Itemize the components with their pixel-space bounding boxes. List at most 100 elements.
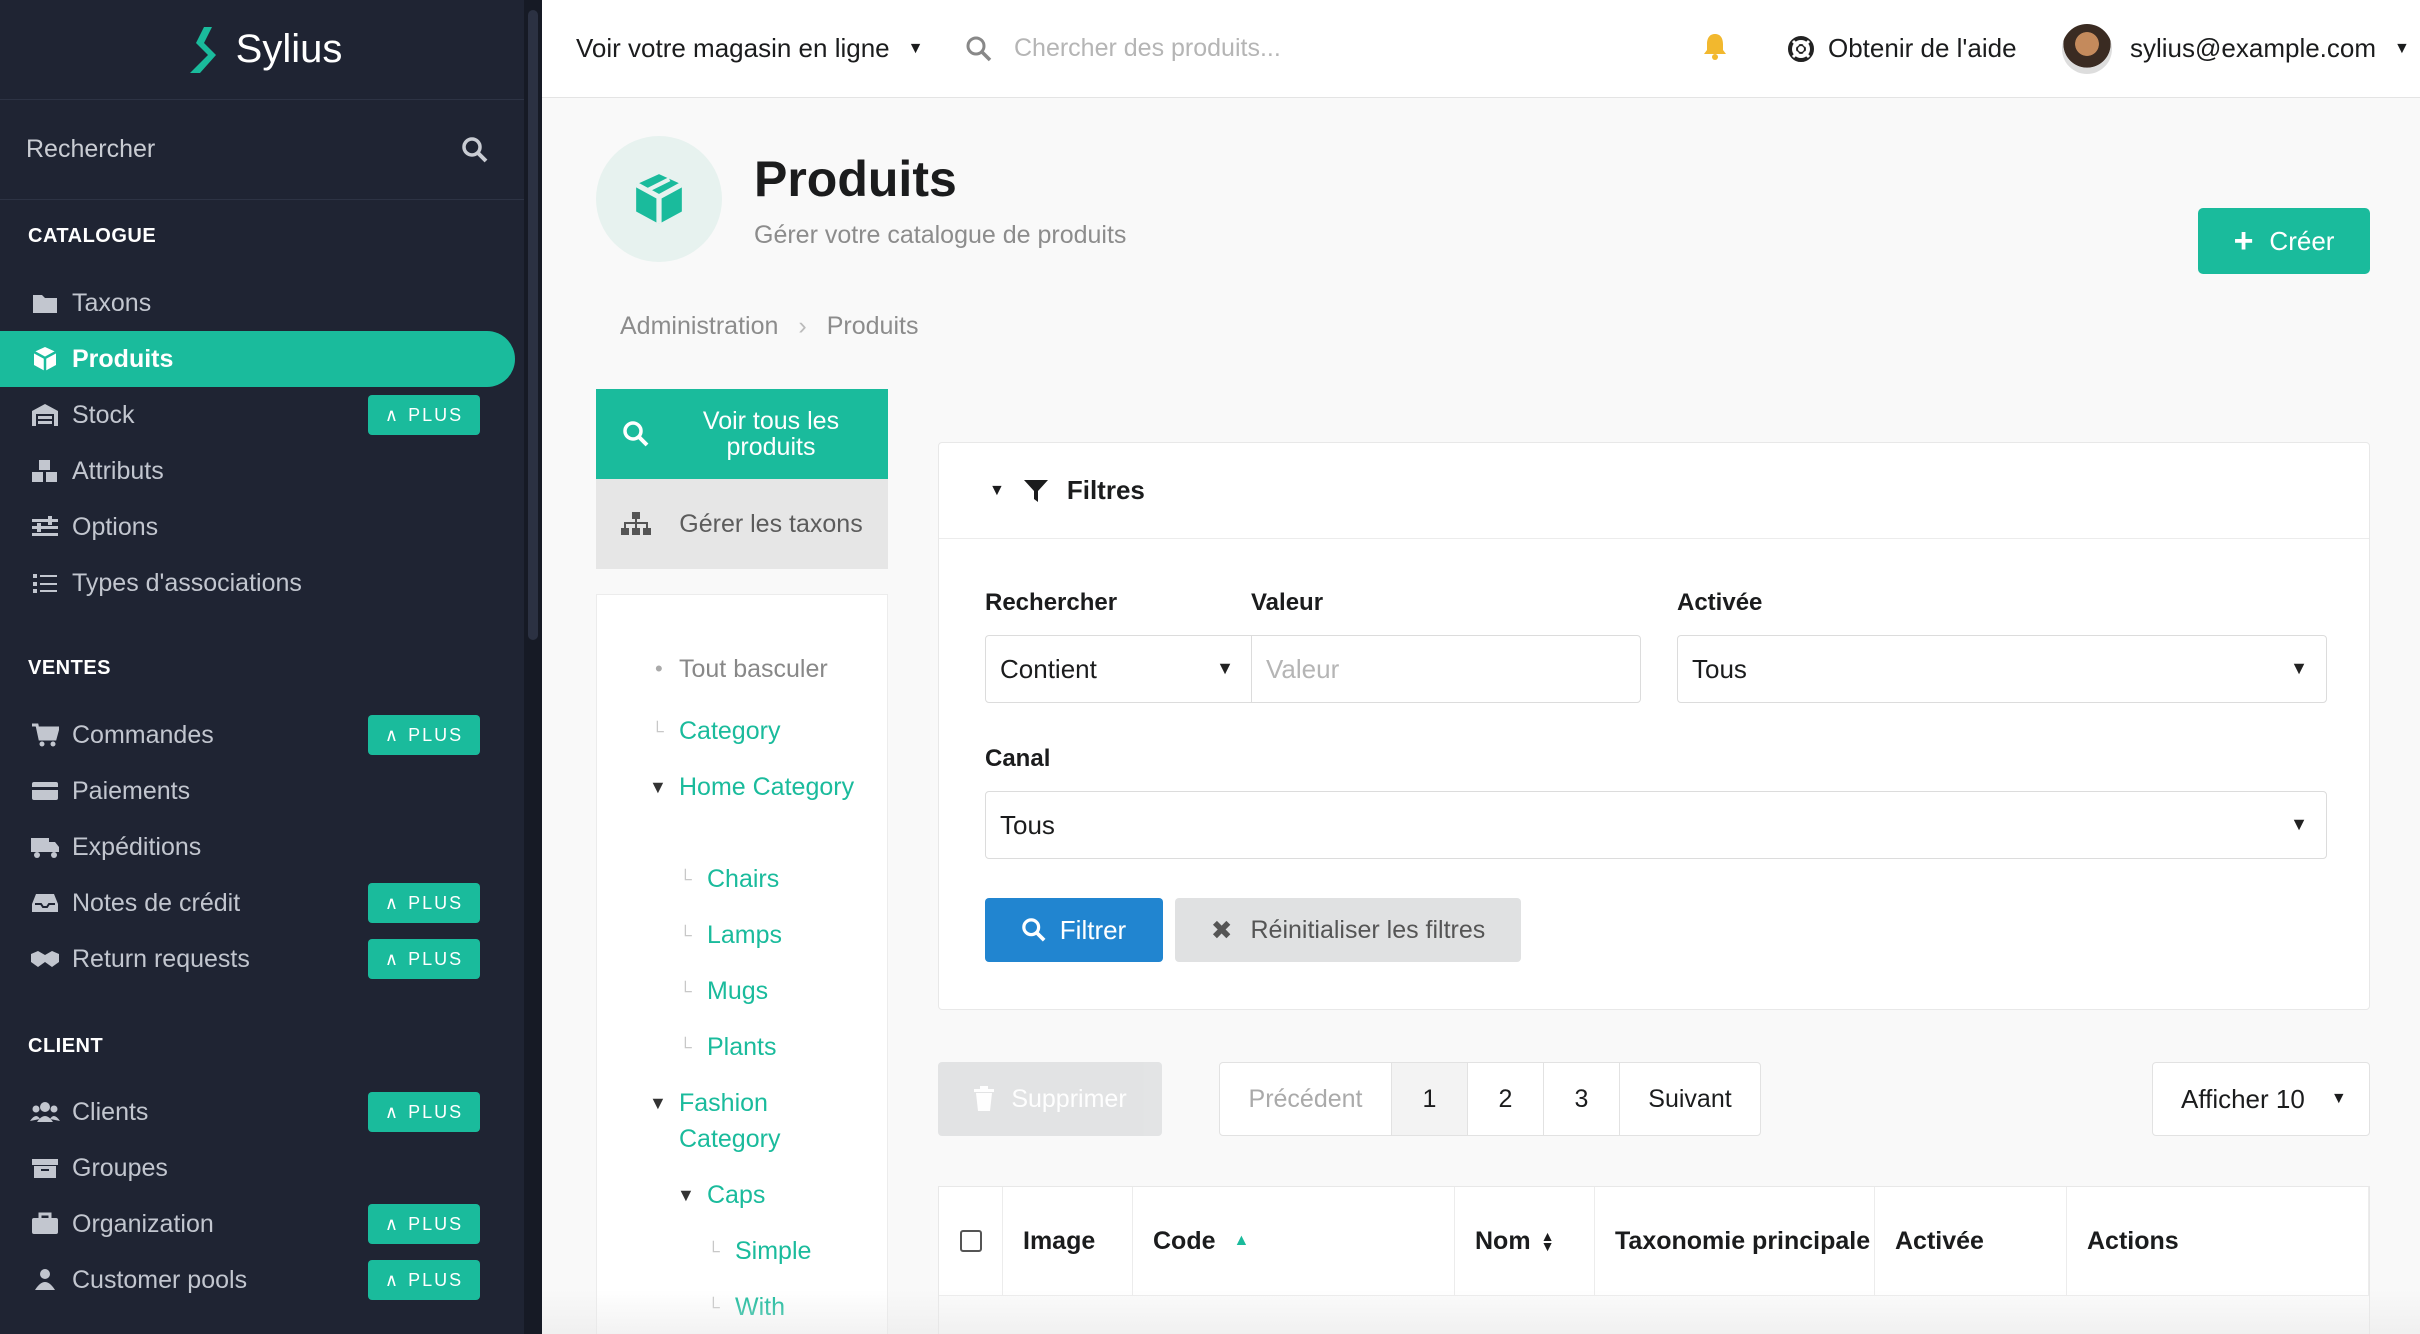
sidebar-item-label: Clients	[72, 1097, 149, 1126]
value-input[interactable]: Valeur	[1251, 635, 1641, 703]
sort-icon: ▲ ▼	[1540, 1228, 1555, 1254]
top-search[interactable]: Chercher des produits...	[966, 34, 1281, 63]
filters-header[interactable]: ▼ Filtres	[939, 443, 2369, 539]
tree-item-mugs[interactable]: └ Mugs	[679, 973, 768, 1009]
help-link[interactable]: Obtenir de l'aide	[1788, 33, 2017, 64]
caret-down-icon: ▼	[907, 39, 924, 57]
plus-badge[interactable]: ∧ PLUS	[368, 1092, 480, 1132]
brand-name: Sylius	[235, 27, 343, 71]
caret-down-icon: ▼	[649, 777, 667, 797]
tree-item-simple[interactable]: └ Simple	[707, 1233, 811, 1269]
manage-taxons-label: Gérer les taxons	[679, 510, 863, 538]
plus-badge[interactable]: ∧ PLUS	[368, 883, 480, 923]
cart-icon	[30, 723, 60, 747]
sylius-plus-icon: ∧	[384, 1213, 401, 1234]
page-header-icon	[596, 136, 722, 262]
column-header-taxonomie: Taxonomie principale	[1595, 1187, 1875, 1295]
sidebar-item-label: Attributs	[72, 456, 164, 485]
top-search-input[interactable]: Chercher des produits...	[1014, 34, 1281, 63]
sliders-icon	[30, 516, 60, 538]
plus-badge[interactable]: ∧ PLUS	[368, 715, 480, 755]
tasks-icon	[30, 572, 60, 594]
payment-icon	[30, 780, 60, 802]
bell-icon[interactable]	[1702, 32, 1728, 65]
search-type-select[interactable]: Contient ▼	[985, 635, 1253, 703]
life-ring-icon	[1788, 35, 1814, 62]
sidebar-scroll-thumb[interactable]	[528, 10, 538, 640]
filters-title: Filtres	[1066, 475, 1145, 505]
reset-filters-button[interactable]: ✖ Réinitialiser les filtres	[1175, 898, 1521, 962]
view-all-products-button[interactable]: Voir tous les produits	[596, 389, 888, 479]
tree-item-lamps[interactable]: └ Lamps	[679, 917, 782, 953]
manage-taxons-button[interactable]: Gérer les taxons	[596, 479, 888, 569]
briefcase-icon	[30, 1212, 60, 1236]
search-icon[interactable]	[462, 136, 488, 163]
select-all-checkbox[interactable]	[959, 1230, 982, 1252]
sidebar-search[interactable]: Rechercher	[0, 100, 524, 200]
tree-item-home-category[interactable]: ▼ Home Category	[649, 769, 859, 805]
sidebar-item-label: Groupes	[72, 1153, 168, 1182]
pool-icon	[30, 1268, 60, 1292]
sidebar-item-produits[interactable]: Produits	[0, 331, 515, 387]
tree-item-category[interactable]: └ Category	[651, 713, 780, 749]
sylius-plus-icon: ∧	[384, 892, 401, 913]
channel-select[interactable]: Tous ▼	[985, 791, 2327, 859]
filter-button[interactable]: Filtrer	[985, 898, 1163, 962]
sylius-logo-icon	[189, 26, 216, 73]
archive-icon	[30, 1157, 60, 1179]
toggle-all-link[interactable]: • Tout basculer	[655, 651, 828, 687]
breadcrumb-item-administration[interactable]: Administration	[620, 312, 778, 341]
help-label: Obtenir de l'aide	[1828, 33, 2017, 63]
sidebar-logo[interactable]: Sylius	[0, 0, 524, 100]
sidebar-item-groupes[interactable]: Groupes	[0, 1140, 515, 1196]
caret-down-icon: ▼	[677, 1185, 695, 1205]
truck-icon	[30, 835, 60, 859]
chevron-right-icon: ›	[798, 312, 807, 340]
column-header-activee: Activée	[1875, 1187, 2067, 1295]
pagination-page-3[interactable]: 3	[1544, 1063, 1620, 1135]
cubes-icon	[30, 459, 60, 483]
store-dropdown[interactable]: Voir votre magasin en ligne ▼	[576, 33, 923, 64]
sidebar-item-label: Organization	[72, 1209, 214, 1238]
pagination-page-2[interactable]: 2	[1468, 1063, 1544, 1135]
tree-item-chairs[interactable]: └ Chairs	[679, 861, 779, 897]
pagination-prev[interactable]: Précédent	[1220, 1063, 1392, 1135]
caret-down-icon: ▼	[2290, 814, 2308, 834]
enabled-select[interactable]: Tous ▼	[1677, 635, 2327, 703]
handshake-icon	[30, 948, 60, 970]
sidebar-item-label: Options	[72, 512, 159, 541]
table-row	[939, 1295, 2369, 1334]
plus-badge[interactable]: ∧ PLUS	[368, 1204, 480, 1244]
create-button[interactable]: + Créer	[2198, 208, 2370, 274]
users-icon	[30, 1101, 60, 1123]
sidebar-item-options[interactable]: Options	[0, 499, 515, 555]
tree-item-with[interactable]: └ With	[707, 1289, 785, 1325]
show-per-page-dropdown[interactable]: Afficher 10 ▼	[2152, 1062, 2370, 1136]
user-menu[interactable]: sylius@example.com ▼	[2062, 23, 2410, 74]
sidebar-item-attributs[interactable]: Attributs	[0, 443, 515, 499]
sidebar-item-expeditions[interactable]: Expéditions	[0, 819, 515, 875]
plus-badge[interactable]: ∧ PLUS	[368, 939, 480, 979]
tree-item-plants[interactable]: └ Plants	[679, 1029, 776, 1065]
column-header-code[interactable]: Code ▲	[1133, 1187, 1455, 1295]
caret-down-icon: ▼	[2330, 1090, 2347, 1107]
products-table: Image Code ▲ Nom ▲ ▼ Taxonomie principale A…	[938, 1186, 2370, 1334]
select-all-checkbox-cell	[939, 1187, 1003, 1295]
plus-badge[interactable]: ∧ PLUS	[368, 1260, 480, 1300]
column-header-nom[interactable]: Nom ▲ ▼	[1455, 1187, 1595, 1295]
delete-button[interactable]: Supprimer	[938, 1062, 1162, 1136]
plus-badge[interactable]: ∧ PLUS	[368, 395, 480, 435]
enabled-filter-label: Activée	[1677, 589, 1763, 616]
filters-panel: ▼ Filtres Rechercher Valeur Activée Cont…	[938, 442, 2370, 1010]
pagination-next[interactable]: Suivant	[1620, 1063, 1760, 1135]
tree-item-caps[interactable]: ▼ Caps	[677, 1177, 765, 1213]
sidebar-item-label: Stock	[72, 400, 135, 429]
sidebar-item-label: Expéditions	[72, 832, 202, 861]
tree-item-fashion-category[interactable]: ▼ Fashion Category	[649, 1085, 859, 1157]
sylius-plus-icon: ∧	[384, 1101, 401, 1122]
sidebar-item-taxons[interactable]: Taxons	[0, 275, 515, 331]
sidebar-item-associations[interactable]: Types d'associations	[0, 555, 515, 611]
sidebar-item-label: Customer pools	[72, 1265, 248, 1294]
sidebar-item-paiements[interactable]: Paiements	[0, 763, 515, 819]
pagination-page-1[interactable]: 1	[1392, 1063, 1468, 1135]
